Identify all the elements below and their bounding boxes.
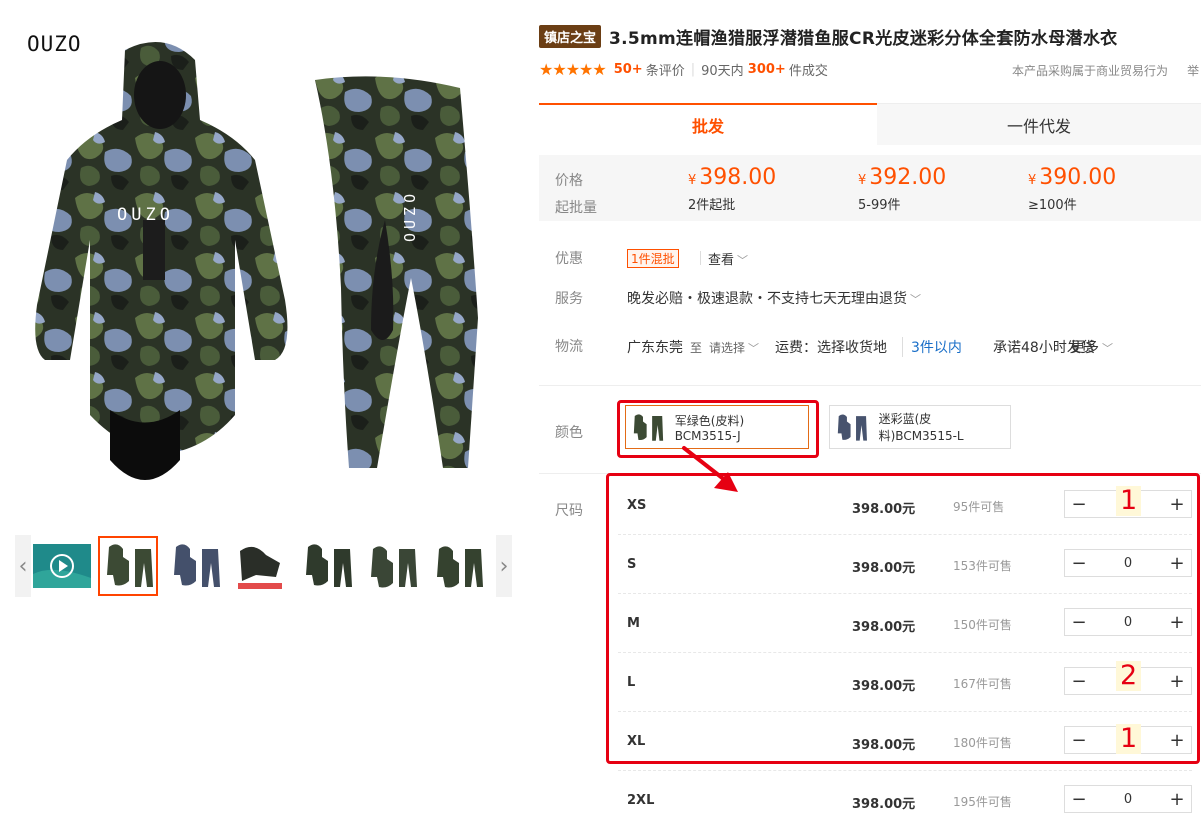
chevron-down-icon: ﹀ xyxy=(1102,342,1113,355)
camo-blue-swatch-icon xyxy=(837,414,867,441)
size-stock: 195件可售 xyxy=(953,795,1012,809)
thumbnail-strip: ‹ › xyxy=(15,535,512,597)
size-price: 398.00元 xyxy=(852,797,916,812)
size-label: 尺码 xyxy=(555,503,583,519)
rating-stars-icon: ★★★★★ xyxy=(539,60,607,79)
store-treasure-badge: 镇店之宝 xyxy=(539,25,602,48)
sales-count: 300+ xyxy=(747,62,786,77)
thumb-image-6[interactable] xyxy=(430,536,490,596)
chevron-left-icon[interactable]: ‹ xyxy=(15,535,31,597)
size-name: 2XL xyxy=(627,793,655,808)
purchase-mode-tabs: 批发 一件代发 xyxy=(539,103,1201,145)
logistics-origin: 广东东莞 xyxy=(627,340,683,356)
annotation-number: 1 xyxy=(1116,724,1142,754)
wetsuit-illustration: OUZO OUZO xyxy=(35,42,478,480)
tier-price: 390.00 xyxy=(1039,165,1117,190)
thumb-image-2[interactable] xyxy=(165,536,225,596)
price-tier-1: ¥398.00 2件起批 xyxy=(688,165,777,213)
price-tier-2: ¥392.00 5-99件 xyxy=(858,165,947,213)
annotation-number: 2 xyxy=(1116,661,1142,691)
price-label: 价格 xyxy=(555,173,583,189)
logistics-to: 至 xyxy=(690,341,703,355)
trade-note: 本产品采购属于商业贸易行为 举 xyxy=(1012,64,1200,78)
thumb-image-3[interactable] xyxy=(231,536,291,596)
tier-qty: 5-99件 xyxy=(858,198,901,213)
qty-limit: 3件以内 xyxy=(902,337,962,357)
size-row-2xl: 2XL 398.00元 195件可售 − 0 + xyxy=(610,770,1200,825)
chevron-down-icon: ﹀ xyxy=(737,254,749,267)
rating-row: ★★★★★ 50+ 条评价 | 90天内 300+ 件成交 xyxy=(539,60,828,79)
product-title: 3.5mm连帽渔猎服浮潜猎鱼服CR光皮迷彩分体全套防水母潜水衣 xyxy=(609,29,1118,49)
video-thumbnail xyxy=(33,544,91,588)
divider xyxy=(539,385,1201,386)
review-label[interactable]: 条评价 xyxy=(646,60,685,79)
minus-icon[interactable]: − xyxy=(1065,786,1093,812)
tab-wholesale[interactable]: 批发 xyxy=(539,103,877,145)
review-count[interactable]: 50+ xyxy=(614,62,643,77)
plus-icon[interactable]: + xyxy=(1163,786,1191,812)
tab-dropship[interactable]: 一件代发 xyxy=(877,103,1201,145)
thumb-image-1[interactable] xyxy=(98,536,158,596)
sales-period: 90天内 xyxy=(701,64,744,79)
promo-view-link[interactable]: 查看 ﹀ xyxy=(699,249,749,268)
service-text[interactable]: 晚发必赔・极速退款・不支持七天无理由退货 ﹀ xyxy=(627,288,921,308)
jacket-brand-text: OUZO xyxy=(117,205,174,225)
annotation-number: 1 xyxy=(1116,486,1142,516)
freight-text: 运费：选择收货地 xyxy=(775,340,887,356)
annotation-arrow-icon xyxy=(682,446,738,492)
product-title-row: 镇店之宝 3.5mm连帽渔猎服浮潜猎鱼服CR光皮迷彩分体全套防水母潜水衣 xyxy=(539,24,1117,49)
sales-label: 件成交 xyxy=(788,64,828,79)
tier-price: 392.00 xyxy=(869,165,947,190)
annotation-box-sizes xyxy=(606,473,1200,764)
quantity-input[interactable]: 0 xyxy=(1093,786,1163,812)
thumb-video[interactable] xyxy=(32,536,92,596)
quantity-stepper: − 0 + xyxy=(1064,785,1192,813)
chevron-right-icon[interactable]: › xyxy=(496,535,512,597)
tier-price: 398.00 xyxy=(699,165,777,190)
mixed-batch-tag: 1件混批 xyxy=(627,249,679,268)
pants-brand-text: OUZO xyxy=(401,190,419,242)
destination-select[interactable]: 请选择 ﹀ xyxy=(709,339,759,356)
logistics-label: 物流 xyxy=(555,339,583,355)
promo-label: 优惠 xyxy=(555,251,583,267)
price-tier-3: ¥390.00 ≥100件 xyxy=(1028,165,1117,213)
thumb-image-4[interactable] xyxy=(297,536,357,596)
moq-label: 起批量 xyxy=(555,200,597,216)
logistics-more[interactable]: 更多 ﹀ xyxy=(1071,337,1113,357)
service-label: 服务 xyxy=(555,291,583,307)
chevron-down-icon: ﹀ xyxy=(748,342,760,355)
color-option-label: 迷彩蓝(皮料)BCM3515-L xyxy=(878,412,964,443)
chevron-down-icon: ﹀ xyxy=(910,293,921,306)
tier-qty: ≥100件 xyxy=(1028,198,1077,213)
thumb-image-5[interactable] xyxy=(364,536,424,596)
color-label: 颜色 xyxy=(555,425,583,441)
tier-qty: 2件起批 xyxy=(688,198,736,213)
main-product-image[interactable]: OUZO OUZO OUZO xyxy=(15,10,512,515)
color-option-camo-blue[interactable]: 迷彩蓝(皮料)BCM3515-L xyxy=(829,405,1011,449)
price-box: 价格 起批量 ¥398.00 2件起批 ¥392.00 5-99件 ¥390.0… xyxy=(539,155,1201,221)
